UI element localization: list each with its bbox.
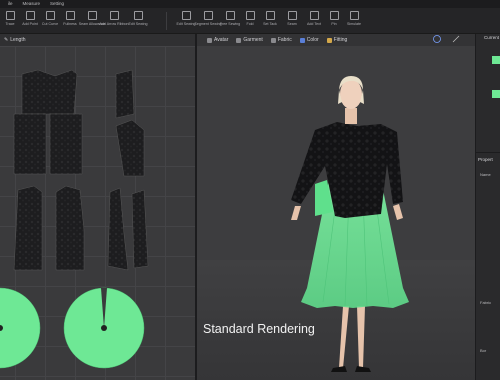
pattern-piece-front-left[interactable]: [13, 185, 43, 271]
tool-add-point[interactable]: Add Point: [20, 10, 40, 26]
avatar-3d-window[interactable]: Avatar Garment Fabric Color Fitting Stan…: [197, 34, 475, 380]
tool-add-text[interactable]: Add Text: [304, 10, 324, 26]
toolbar: Trace Add Point Cut Curve Fullness Seam …: [0, 8, 500, 34]
tool-free-sewing[interactable]: Free Sewing: [220, 10, 240, 26]
text-icon: [309, 11, 319, 20]
pattern-piece-back-upper[interactable]: [21, 69, 78, 115]
pattern-piece-front-right[interactable]: [55, 185, 85, 271]
avatar-shoe-left: [331, 366, 347, 372]
add-point-icon: [25, 11, 35, 20]
tool-fullness[interactable]: Fullness: [60, 10, 80, 26]
pattern-piece-sleeve-mid[interactable]: [115, 119, 145, 177]
menu-item-measure[interactable]: Measure: [23, 0, 41, 8]
edit-sewing-icon: [133, 11, 143, 20]
avatar-leg-left: [339, 306, 349, 368]
pattern-piece-skirt-right-hole: [101, 325, 107, 331]
pin-icon: [329, 11, 339, 20]
tool-simulate[interactable]: Simulate: [344, 10, 364, 26]
simulate-icon: [349, 11, 359, 20]
avatar-leg-right: [357, 306, 365, 368]
tool-edit-sewing-3d[interactable]: Edit Sewing: [176, 10, 196, 26]
pattern-pieces: [0, 69, 149, 369]
tool-cut-curve[interactable]: Cut Curve: [40, 10, 60, 26]
edit-sewing-icon: [181, 11, 191, 20]
trace-icon: [5, 11, 15, 20]
pattern-piece-back-right[interactable]: [49, 113, 83, 175]
property-name: Name: [480, 172, 491, 177]
tack-icon: [265, 11, 275, 20]
seam-icon: [287, 11, 297, 20]
tool-edit-sewing-2d[interactable]: Edit Sewing: [128, 10, 148, 26]
tool-pin[interactable]: Pin: [324, 10, 344, 26]
pattern-2d-window[interactable]: ✎ Length: [0, 34, 195, 380]
render-mode-caption: Standard Rendering: [203, 322, 315, 336]
tool-segment-sewing[interactable]: Segment Sewing: [194, 10, 222, 26]
property-header: Propert: [478, 157, 493, 162]
current-header: Current: [484, 35, 500, 40]
tool-seam[interactable]: Seam: [282, 10, 302, 26]
pattern-piece-sleeve-lower-a[interactable]: [107, 187, 129, 271]
property-fabric: Fabric: [480, 300, 492, 305]
menu-item-setting[interactable]: Setting: [50, 0, 64, 8]
garment-jacket[interactable]: [291, 122, 403, 218]
color-swatch-1[interactable]: [492, 56, 500, 64]
avatar-neck: [345, 108, 357, 124]
fold-icon: [245, 11, 255, 20]
menu-bar: ile Measure Setting: [0, 0, 500, 8]
tool-set-tack[interactable]: Set Tack: [260, 10, 280, 26]
property-border: Bor: [480, 348, 487, 353]
seam-allowance-icon: [87, 11, 97, 20]
pattern-piece-back-left[interactable]: [13, 113, 47, 175]
tool-trace[interactable]: Trace: [0, 10, 20, 26]
view-pen-icon[interactable]: [452, 35, 460, 43]
color-swatch-2[interactable]: [492, 90, 500, 98]
pattern-piece-sleeve-upper[interactable]: [115, 69, 135, 119]
tool-fold[interactable]: Fold: [240, 10, 260, 26]
cut-curve-icon: [45, 11, 55, 20]
view-rotate-icon[interactable]: [433, 35, 441, 43]
avatar-hand-left: [291, 206, 301, 220]
pattern-piece-sleeve-lower-b[interactable]: [131, 189, 149, 269]
pattern-piece-skirt-left[interactable]: [0, 287, 41, 369]
segment-sewing-icon: [203, 11, 213, 20]
tool-add-arrow-ribbon[interactable]: Add Arrow Ribbon: [100, 10, 128, 26]
arrow-ribbon-icon: [109, 11, 119, 20]
avatar-hand-right: [393, 204, 403, 220]
panel-divider: [476, 152, 500, 153]
toolbar-separator: [166, 12, 167, 30]
property-panel: Current Propert Name Fabric Bor: [475, 34, 500, 380]
free-sewing-icon: [225, 11, 235, 20]
menu-item-file[interactable]: ile: [8, 0, 13, 8]
fullness-icon: [65, 11, 75, 20]
